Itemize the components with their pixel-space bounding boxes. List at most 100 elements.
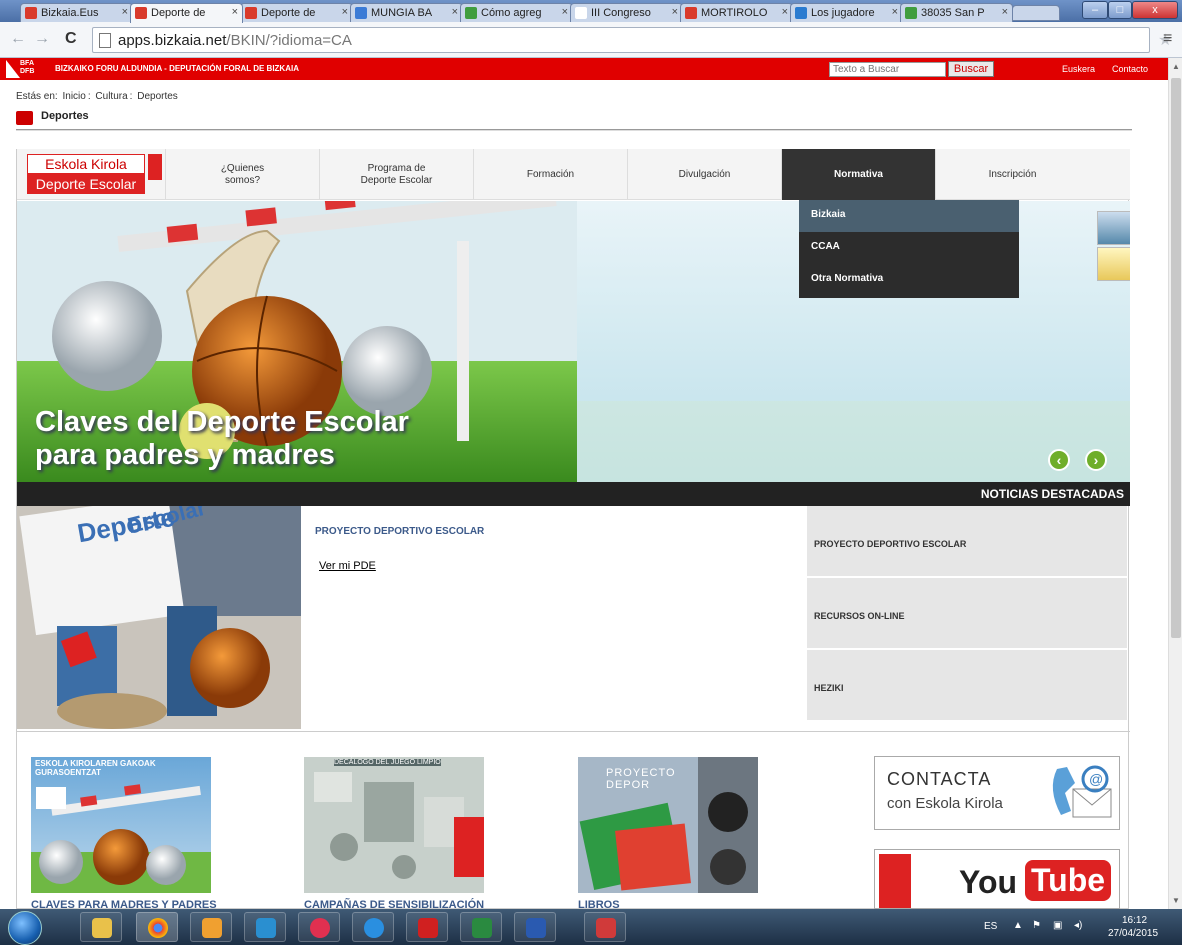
address-bar[interactable]: apps.bizkaia.net/BKIN/?idioma=CA bbox=[92, 27, 1150, 53]
news-link-ver-pde[interactable]: Ver mi PDE bbox=[319, 560, 376, 572]
section-icon bbox=[16, 111, 33, 125]
os-taskbar: ES ▲ ⚑ ▣ ◂) 16:12 27/04/2015 bbox=[0, 909, 1182, 945]
acrobat-taskbar-icon[interactable] bbox=[406, 912, 448, 942]
mail-icon[interactable] bbox=[1097, 247, 1130, 281]
tab-label: 38035 San P bbox=[921, 7, 985, 19]
image-viewer-taskbar-icon[interactable] bbox=[584, 912, 626, 942]
word-taskbar-icon[interactable] bbox=[514, 912, 556, 942]
scrollbar-thumb[interactable] bbox=[1171, 78, 1181, 638]
thumb-campanas[interactable]: DECÁLOGO DEL JUEGO LIMPIO bbox=[304, 757, 484, 893]
clock-time[interactable]: 16:12 bbox=[1122, 915, 1147, 926]
chrome-taskbar-icon[interactable] bbox=[136, 912, 178, 942]
browser-tab[interactable]: Los jugadore × bbox=[790, 3, 903, 22]
tab-favicon-icon bbox=[135, 7, 147, 19]
tab-close-icon[interactable]: × bbox=[562, 6, 568, 18]
browser-tab[interactable]: 38035 San P × bbox=[900, 3, 1013, 22]
maximize-button[interactable]: □ bbox=[1108, 1, 1132, 19]
nav-divulgacion[interactable]: Divulgación bbox=[627, 149, 781, 200]
nav-quienes-somos[interactable]: ¿Quienes somos? bbox=[165, 149, 319, 200]
thumb-caption[interactable]: CLAVES PARA MADRES Y PADRES bbox=[31, 899, 217, 909]
tab-close-icon[interactable]: × bbox=[232, 6, 238, 18]
forward-icon[interactable]: → bbox=[34, 30, 50, 48]
accessibility-lock-icon[interactable] bbox=[1097, 211, 1130, 245]
thumb-claves[interactable]: ESKOLA KIROLAREN GAKOAK GURASOENTZAT bbox=[31, 757, 211, 893]
breadcrumb-item-deportes[interactable]: Deportes bbox=[137, 91, 178, 102]
nav-programa[interactable]: Programa de Deporte Escolar bbox=[319, 149, 473, 200]
browser-tab-strip: Bizkaia.Eus × Deporte de × Deporte de × MUNGIA… bbox=[0, 0, 1182, 23]
dropdown-item-bizkaia[interactable]: Bizkaia bbox=[799, 200, 1019, 232]
back-icon[interactable]: ← bbox=[10, 30, 26, 48]
browser-tab[interactable]: Bizkaia.Eus × bbox=[20, 3, 133, 22]
itunes-taskbar-icon[interactable] bbox=[298, 912, 340, 942]
search-input[interactable] bbox=[829, 62, 946, 77]
tab-close-icon[interactable]: × bbox=[342, 6, 348, 18]
ek-logo bbox=[879, 854, 911, 908]
news-list-item[interactable]: HEZIKI bbox=[807, 650, 1127, 722]
contacta-banner[interactable]: CONTACTA con Eskola Kirola @ bbox=[874, 756, 1120, 830]
browser-tab[interactable]: Cómo agreg × bbox=[460, 3, 573, 22]
divider bbox=[17, 731, 1130, 732]
browser-tab[interactable]: Deporte de × bbox=[130, 3, 243, 23]
eskola-kirola-logo[interactable]: Eskola Kirola Deporte Escolar bbox=[27, 154, 162, 194]
reload-icon[interactable]: C bbox=[65, 30, 77, 48]
search-button[interactable]: Buscar bbox=[948, 61, 994, 77]
excel-taskbar-icon[interactable] bbox=[460, 912, 502, 942]
tab-label: Deporte de bbox=[261, 7, 316, 19]
tray-expand-icon[interactable]: ▲ bbox=[1013, 920, 1023, 931]
contact-link[interactable]: Contacto bbox=[1112, 64, 1148, 74]
tab-close-icon[interactable]: × bbox=[892, 6, 898, 18]
section-title: Deportes bbox=[16, 110, 89, 125]
browser-tab[interactable]: III Congreso × bbox=[570, 3, 683, 22]
breadcrumb-item-cultura[interactable]: Cultura bbox=[95, 91, 127, 102]
close-window-button[interactable]: x bbox=[1132, 1, 1178, 19]
tab-close-icon[interactable]: × bbox=[672, 6, 678, 18]
nav-inscripcion[interactable]: Inscripción bbox=[935, 149, 1089, 200]
explorer-taskbar-icon[interactable] bbox=[80, 912, 122, 942]
tab-close-icon[interactable]: × bbox=[1002, 6, 1008, 18]
page-scrollbar[interactable]: ▲ ▼ bbox=[1168, 58, 1182, 909]
tab-close-icon[interactable]: × bbox=[452, 6, 458, 18]
media-player-taskbar-icon[interactable] bbox=[244, 912, 286, 942]
browser-tab[interactable]: Deporte de × bbox=[240, 3, 353, 22]
slider-next-button[interactable]: › bbox=[1085, 449, 1107, 471]
youtube-banner[interactable]: You Tube bbox=[874, 849, 1120, 909]
bfa-logo[interactable]: BFA DFB bbox=[6, 60, 44, 78]
tab-close-icon[interactable]: × bbox=[782, 6, 788, 18]
divider bbox=[16, 129, 1132, 131]
normativa-dropdown: Bizkaia CCAA Otra Normativa bbox=[799, 200, 1019, 298]
new-tab-button[interactable] bbox=[1012, 5, 1060, 21]
org-name: BIZKAIKO FORU ALDUNDIA - DEPUTACIÓN FORA… bbox=[55, 64, 299, 73]
flag-icon[interactable]: ⚑ bbox=[1032, 920, 1041, 931]
breadcrumb-item-inicio[interactable]: Inicio bbox=[62, 91, 85, 102]
dropdown-item-otra-normativa[interactable]: Otra Normativa bbox=[799, 264, 1019, 296]
thumb-libros[interactable]: PROYECTO DEPOR bbox=[578, 757, 758, 893]
slider-prev-button[interactable]: ‹ bbox=[1048, 449, 1070, 471]
news-title[interactable]: PROYECTO DEPORTIVO ESCOLAR bbox=[315, 526, 484, 537]
thumb-caption[interactable]: LIBROS bbox=[578, 899, 620, 909]
thumb-caption[interactable]: CAMPAÑAS DE SENSIBILIZACIÓN bbox=[304, 899, 484, 909]
start-button[interactable] bbox=[8, 911, 42, 945]
tab-favicon-icon bbox=[25, 7, 37, 19]
dropdown-item-ccaa[interactable]: CCAA bbox=[799, 232, 1019, 264]
outlook-taskbar-icon[interactable] bbox=[190, 912, 232, 942]
news-list-item[interactable]: PROYECTO DEPORTIVO ESCOLAR bbox=[807, 506, 1127, 578]
browser-tab[interactable]: MUNGIA BA × bbox=[350, 3, 463, 22]
tab-favicon-icon bbox=[905, 7, 917, 19]
browser-tab[interactable]: MORTIROLO × bbox=[680, 3, 793, 22]
svg-text:@: @ bbox=[1089, 771, 1103, 787]
tab-close-icon[interactable]: × bbox=[122, 6, 128, 18]
clock-date[interactable]: 27/04/2015 bbox=[1108, 928, 1158, 939]
news-image[interactable]: Deporte Escolar bbox=[17, 506, 301, 729]
volume-icon[interactable]: ◂) bbox=[1074, 920, 1082, 931]
nav-normativa[interactable]: Normativa bbox=[781, 149, 935, 200]
language-link[interactable]: Euskera bbox=[1062, 64, 1095, 74]
news-list-item[interactable]: RECURSOS ON-LINE bbox=[807, 578, 1127, 650]
tab-favicon-icon bbox=[795, 7, 807, 19]
breadcrumb: Estás en: Inicio: Cultura: Deportes bbox=[16, 91, 178, 102]
browser-menu-icon[interactable]: ≡ bbox=[1163, 30, 1172, 48]
input-language[interactable]: ES bbox=[984, 921, 997, 932]
minimize-button[interactable]: – bbox=[1082, 1, 1108, 19]
ie-taskbar-icon[interactable] bbox=[352, 912, 394, 942]
nav-formacion[interactable]: Formación bbox=[473, 149, 627, 200]
network-icon[interactable]: ▣ bbox=[1053, 920, 1062, 931]
